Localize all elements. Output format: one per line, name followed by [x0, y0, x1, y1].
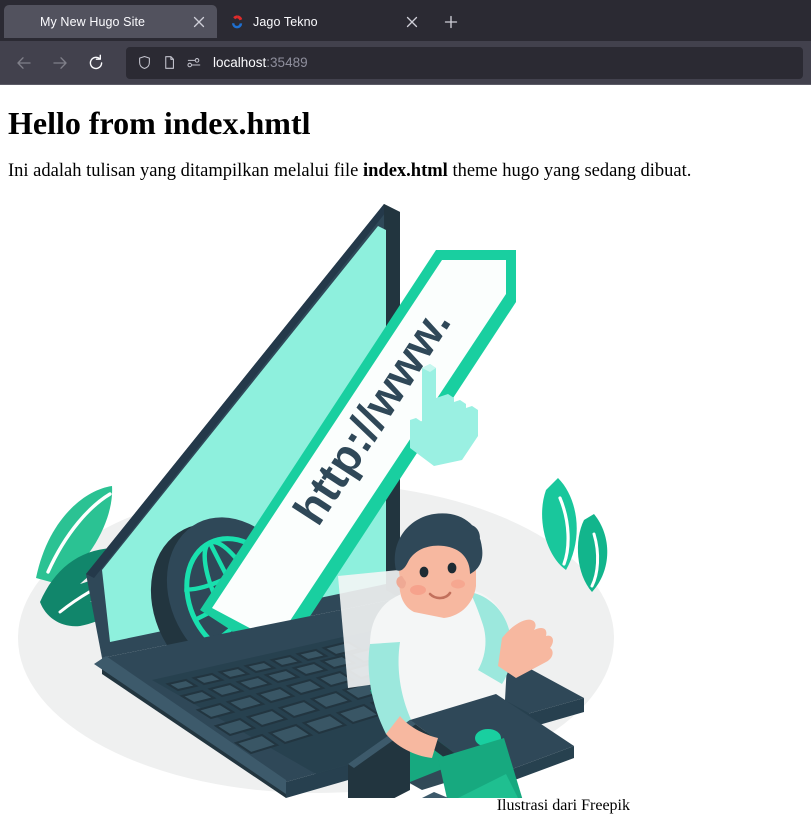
- close-icon[interactable]: [402, 12, 422, 32]
- freepik-illustration: http://www.: [18, 204, 614, 835]
- close-icon[interactable]: [189, 12, 209, 32]
- reload-icon: [89, 54, 103, 69]
- illustration-caption: Ilustrasi dari Freepik: [496, 797, 630, 815]
- page-info-icon[interactable]: [161, 55, 177, 71]
- new-tab-button[interactable]: [436, 7, 466, 37]
- reload-button[interactable]: [80, 47, 112, 79]
- paragraph-text-before: Ini adalah tulisan yang ditampilkan mela…: [8, 161, 363, 182]
- url-display[interactable]: localhost:35489: [213, 55, 308, 70]
- tab-strip: My New Hugo Site Jago Tekno: [0, 0, 811, 41]
- browser-tab-jago-tekno[interactable]: Jago Tekno: [217, 5, 430, 38]
- jago-tekno-favicon-icon: [229, 14, 245, 30]
- browser-tab-my-new-hugo-site[interactable]: My New Hugo Site: [4, 5, 217, 38]
- tab-favicon-placeholder: [16, 14, 32, 30]
- site-permissions-icon[interactable]: [186, 55, 202, 71]
- browser-chrome: My New Hugo Site Jago Tekno localhost:35…: [0, 0, 811, 85]
- arrow-left-icon: [17, 56, 31, 69]
- paragraph-bold-filename: index.html: [363, 161, 448, 182]
- page-content: Hello from index.hmtl Ini adalah tulisan…: [0, 85, 811, 835]
- tab-title: Jago Tekno: [253, 14, 318, 29]
- page-title: Hello from index.hmtl: [8, 105, 311, 141]
- shield-icon[interactable]: [136, 55, 152, 71]
- arrow-right-icon: [53, 56, 67, 69]
- navigation-toolbar: localhost:35489: [0, 41, 811, 85]
- address-bar[interactable]: localhost:35489: [126, 46, 803, 79]
- person-eye-right: [447, 562, 457, 574]
- tab-title: My New Hugo Site: [40, 14, 146, 29]
- forward-button[interactable]: [44, 47, 76, 79]
- url-host: localhost: [213, 55, 267, 70]
- paragraph-text-after: theme hugo yang sedang dibuat.: [447, 161, 692, 182]
- person-eye-left: [419, 566, 429, 578]
- back-button[interactable]: [8, 47, 40, 79]
- url-port: :35489: [266, 55, 308, 70]
- illustration-container: http://www. Ilustrasi dari Freepik: [18, 198, 638, 835]
- page-paragraph: Ini adalah tulisan yang ditampilkan mela…: [8, 159, 803, 184]
